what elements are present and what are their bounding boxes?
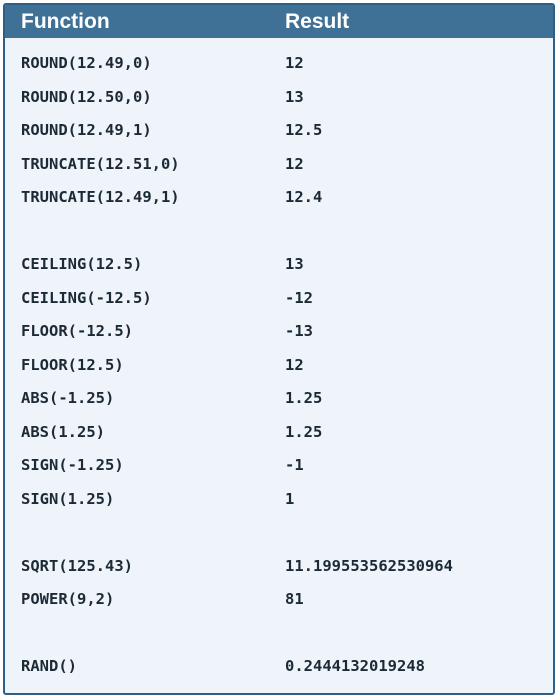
table-row: SQRT(125.43) 11.199553562530964 <box>5 550 553 584</box>
result-cell: 1.25 <box>285 422 323 441</box>
result-cell: 12.5 <box>285 121 323 139</box>
result-cell: 1.25 <box>285 389 323 407</box>
table-row: SIGN(-1.25) -1 <box>5 449 553 483</box>
function-cell: SIGN(-1.25) <box>21 456 124 474</box>
result-cell: -12 <box>285 288 313 307</box>
table-row: ABS(-1.25) 1.25 <box>5 382 553 416</box>
function-cell: ROUND(12.49,1) <box>21 121 152 139</box>
table-row: ROUND(12.50,0) 13 <box>5 81 553 115</box>
table-row: TRUNCATE(12.51,0) 12 <box>5 148 553 182</box>
table-body: ROUND(12.49,0) 12 ROUND(12.50,0) 13 ROUN… <box>5 38 553 684</box>
result-cell: -1 <box>285 456 304 474</box>
table-header: Function Result <box>5 5 553 38</box>
result-column-header: Result <box>285 10 350 33</box>
result-cell: 12 <box>285 154 304 173</box>
function-column-header: Function <box>21 10 110 33</box>
function-cell: ABS(1.25) <box>21 422 105 441</box>
table-row: ROUND(12.49,0) 12 <box>5 47 553 81</box>
table-row: SIGN(1.25) 1 <box>5 483 553 517</box>
function-cell: SIGN(1.25) <box>21 489 115 508</box>
function-cell: POWER(9,2) <box>21 590 115 608</box>
table-row: ROUND(12.49,1) 12.5 <box>5 114 553 148</box>
result-cell: 12.4 <box>285 188 323 206</box>
function-cell: SQRT(125.43) <box>21 556 133 575</box>
table-row: FLOOR(-12.5) -13 <box>5 315 553 349</box>
result-cell: 11.199553562530964 <box>285 556 453 575</box>
function-cell: ROUND(12.49,0) <box>21 54 152 72</box>
function-cell: TRUNCATE(12.51,0) <box>21 154 180 173</box>
result-cell: 12 <box>285 355 304 374</box>
result-cell: 12 <box>285 54 304 72</box>
function-cell: ABS(-1.25) <box>21 389 115 407</box>
function-cell: FLOOR(12.5) <box>21 355 124 374</box>
table-row: ABS(1.25) 1.25 <box>5 416 553 450</box>
result-cell: 13 <box>285 87 304 106</box>
table-row: FLOOR(12.5) 12 <box>5 349 553 383</box>
table-row: TRUNCATE(12.49,1) 12.4 <box>5 181 553 215</box>
result-cell: 0.2444132019248 <box>285 657 425 675</box>
function-cell: CEILING(12.5) <box>21 255 143 273</box>
result-cell: 13 <box>285 255 304 273</box>
table-row: CEILING(-12.5) -12 <box>5 282 553 316</box>
result-cell: -13 <box>285 322 313 340</box>
table-row: RAND() 0.2444132019248 <box>5 650 553 684</box>
function-cell: FLOOR(-12.5) <box>21 322 133 340</box>
table-row: POWER(9,2) 81 <box>5 583 553 617</box>
function-cell: ROUND(12.50,0) <box>21 87 152 106</box>
function-cell: RAND() <box>21 657 77 675</box>
function-cell: CEILING(-12.5) <box>21 288 152 307</box>
function-cell: TRUNCATE(12.49,1) <box>21 188 180 206</box>
function-result-table: Function Result ROUND(12.49,0) 12 ROUND(… <box>3 3 555 695</box>
result-cell: 81 <box>285 590 304 608</box>
table-row: CEILING(12.5) 13 <box>5 248 553 282</box>
result-cell: 1 <box>285 489 295 508</box>
